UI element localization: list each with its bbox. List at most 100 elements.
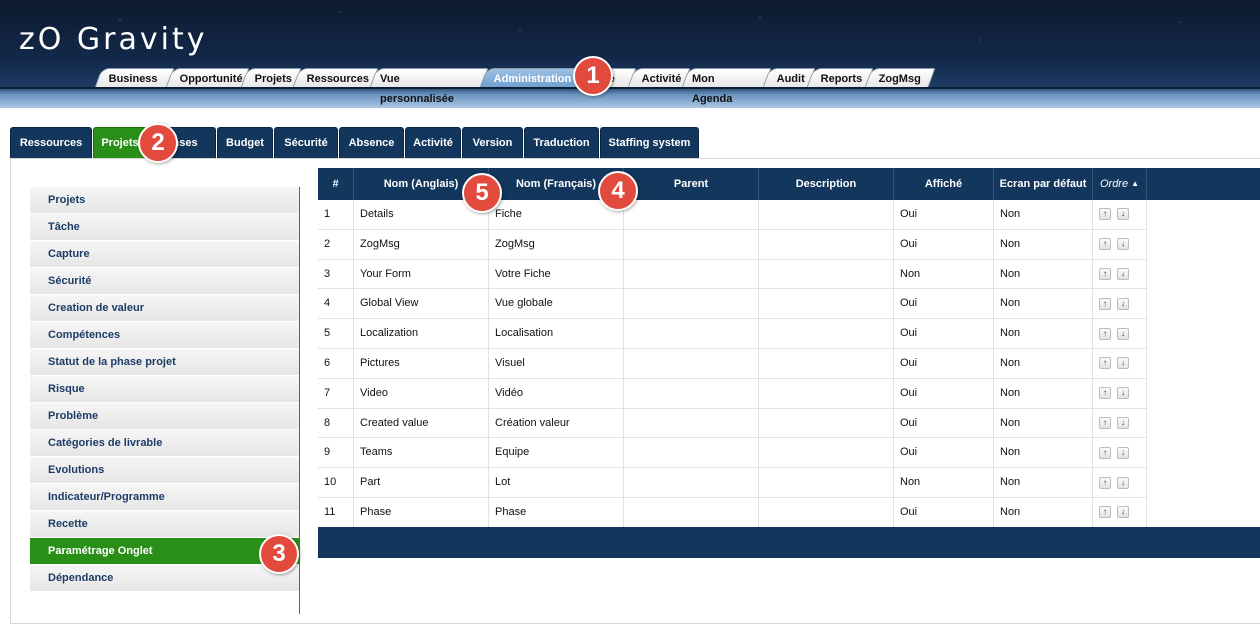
cell-affiche: Oui xyxy=(894,408,994,438)
cell-row-number: 1 xyxy=(318,200,354,229)
ordre-label: Ordre xyxy=(1099,178,1129,190)
move-up-icon[interactable]: ↑ xyxy=(1099,476,1111,489)
table-row[interactable]: 6 Pictures Visuel Oui Non ↑ ↓ xyxy=(318,348,1147,379)
sort-asc-icon: ▲ xyxy=(1131,179,1140,188)
side-item-tache[interactable]: Tâche xyxy=(30,214,300,241)
side-item-securite[interactable]: Sécurité xyxy=(30,268,300,295)
move-down-icon[interactable]: ↓ xyxy=(1117,297,1129,310)
cell-affiche: Non xyxy=(894,259,994,289)
top-tab-zogmsg[interactable]: ZogMsg xyxy=(864,68,936,88)
side-item-statut-phase-projet[interactable]: Statut de la phase projet xyxy=(30,349,300,376)
sub-tab-traduction[interactable]: Traduction xyxy=(524,127,599,159)
side-item-categories-livrable[interactable]: Catégories de livrable xyxy=(30,430,300,457)
side-item-dependance[interactable]: Dépendance xyxy=(30,565,300,592)
move-down-icon[interactable]: ↓ xyxy=(1117,208,1129,221)
cell-row-number: 9 xyxy=(318,438,354,468)
sub-tab-ressources[interactable]: Ressources xyxy=(10,127,92,159)
side-item-capture[interactable]: Capture xyxy=(30,241,300,268)
cell-name-french: Création valeur xyxy=(489,408,624,438)
cell-name-french: Vidéo xyxy=(489,378,624,408)
table-row[interactable]: 8 Created value Création valeur Oui Non ↑ ↓ xyxy=(318,408,1147,439)
table-row[interactable]: 9 Teams Equipe Oui Non ↑ ↓ xyxy=(318,438,1147,469)
move-down-icon[interactable]: ↓ xyxy=(1117,267,1129,280)
move-up-icon[interactable]: ↑ xyxy=(1099,208,1111,221)
cell-ecran-defaut: Non xyxy=(994,319,1093,348)
table-row[interactable]: 2 ZogMsg ZogMsg Oui Non ↑ ↓ xyxy=(318,229,1147,260)
top-tab-vue-personnalisee[interactable]: Vue personnalisée xyxy=(369,68,489,105)
cell-description xyxy=(759,348,894,378)
table-row[interactable]: 4 Global View Vue globale Oui Non ↑ ↓ xyxy=(318,289,1147,320)
move-up-icon[interactable]: ↑ xyxy=(1099,357,1111,370)
side-item-projets[interactable]: Projets xyxy=(30,187,300,214)
col-header-number[interactable]: # xyxy=(318,168,354,200)
move-down-icon[interactable]: ↓ xyxy=(1117,476,1129,489)
cell-name-english: Created value xyxy=(354,408,489,438)
top-tab-reports[interactable]: Reports xyxy=(806,68,874,88)
side-item-evolutions[interactable]: Evolutions xyxy=(30,457,300,484)
cell-row-number: 5 xyxy=(318,319,354,348)
move-up-icon[interactable]: ↑ xyxy=(1099,506,1111,519)
move-up-icon[interactable]: ↑ xyxy=(1099,327,1111,340)
cell-row-number: 8 xyxy=(318,408,354,438)
move-down-icon[interactable]: ↓ xyxy=(1117,327,1129,340)
move-up-icon[interactable]: ↑ xyxy=(1099,387,1111,400)
table-row[interactable]: 5 Localization Localisation Oui Non ↑ ↓ xyxy=(318,319,1147,349)
move-up-icon[interactable]: ↑ xyxy=(1099,416,1111,429)
sub-tab-activite[interactable]: Activité xyxy=(405,127,461,159)
callout-2: 2 xyxy=(138,123,178,163)
move-up-icon[interactable]: ↑ xyxy=(1099,267,1111,280)
cell-affiche: Oui xyxy=(894,229,994,259)
cell-name-french: Votre Fiche xyxy=(489,259,624,289)
table-row[interactable]: 11 Phase Phase Oui Non ↑ ↓ xyxy=(318,497,1147,528)
table-row[interactable]: 10 Part Lot Non Non ↑ ↓ xyxy=(318,468,1147,498)
move-up-icon[interactable]: ↑ xyxy=(1099,297,1111,310)
side-item-creation-de-valeur[interactable]: Creation de valeur xyxy=(30,295,300,322)
callout-3: 3 xyxy=(259,534,299,574)
col-header-affiche[interactable]: Affiché xyxy=(894,168,994,200)
side-item-competences[interactable]: Compétences xyxy=(30,322,300,349)
sub-tab-absence[interactable]: Absence xyxy=(339,127,404,159)
top-tab-business[interactable]: Business xyxy=(94,68,175,88)
cell-ordre: ↑ ↓ xyxy=(1093,319,1147,348)
admin-sub-tabs: Ressources Projets enses Budget Sécurité… xyxy=(10,127,700,159)
move-down-icon[interactable]: ↓ xyxy=(1117,416,1129,429)
cell-ordre: ↑ ↓ xyxy=(1093,468,1147,497)
col-header-ecran-defaut[interactable]: Ecran par défaut xyxy=(994,168,1093,200)
sub-tab-securite[interactable]: Sécurité xyxy=(274,127,338,159)
side-item-indicateur-programme[interactable]: Indicateur/Programme xyxy=(30,484,300,511)
cell-name-english: Video xyxy=(354,378,489,408)
sub-tab-budget[interactable]: Budget xyxy=(217,127,273,159)
top-tab-administration[interactable]: Administration xyxy=(479,68,585,88)
side-item-risque[interactable]: Risque xyxy=(30,376,300,403)
cell-ecran-defaut: Non xyxy=(994,378,1093,408)
cell-ecran-defaut: Non xyxy=(994,468,1093,497)
cell-description xyxy=(759,200,894,229)
move-down-icon[interactable]: ↓ xyxy=(1117,446,1129,459)
table-row[interactable]: 1 Details Fiche Oui Non ↑ ↓ xyxy=(318,200,1147,230)
move-down-icon[interactable]: ↓ xyxy=(1117,357,1129,370)
sub-tab-version[interactable]: Version xyxy=(462,127,523,159)
top-tab-mon-agenda[interactable]: Mon Agenda xyxy=(681,68,772,105)
cell-ordre: ↑ ↓ xyxy=(1093,200,1147,229)
side-item-probleme[interactable]: Problème xyxy=(30,403,300,430)
top-tab-opportunite[interactable]: Opportunité xyxy=(165,68,250,88)
cell-affiche: Oui xyxy=(894,438,994,468)
app-logo[interactable]: zO Gravity xyxy=(19,22,207,57)
side-item-recette[interactable]: Recette xyxy=(30,511,300,538)
move-up-icon[interactable]: ↑ xyxy=(1099,446,1111,459)
cell-parent xyxy=(624,468,759,497)
top-tab-ressources[interactable]: Ressources xyxy=(292,68,379,88)
move-down-icon[interactable]: ↓ xyxy=(1117,387,1129,400)
cell-name-english: Your Form xyxy=(354,259,489,289)
col-header-ordre[interactable]: Ordre ▲ xyxy=(1093,168,1147,200)
sub-tab-staffing-system[interactable]: Staffing system xyxy=(600,127,699,159)
move-up-icon[interactable]: ↑ xyxy=(1099,238,1111,251)
cell-parent xyxy=(624,438,759,468)
move-down-icon[interactable]: ↓ xyxy=(1117,506,1129,519)
col-header-description[interactable]: Description xyxy=(759,168,894,200)
move-down-icon[interactable]: ↓ xyxy=(1117,238,1129,251)
cell-affiche: Non xyxy=(894,468,994,497)
table-row[interactable]: 7 Video Vidéo Oui Non ↑ ↓ xyxy=(318,378,1147,409)
table-row[interactable]: 3 Your Form Votre Fiche Non Non ↑ ↓ xyxy=(318,259,1147,290)
col-header-parent[interactable]: Parent xyxy=(624,168,759,200)
